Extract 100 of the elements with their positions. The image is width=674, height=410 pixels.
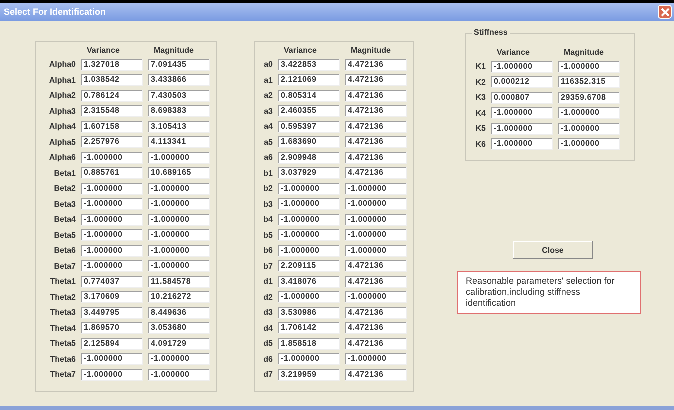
magnitude-field[interactable]: -1.000000 <box>345 182 407 195</box>
magnitude-field[interactable]: -1.000000 <box>558 60 620 73</box>
variance-field[interactable]: -1.000000 <box>278 229 340 242</box>
variance-field[interactable]: -1.000000 <box>278 291 340 304</box>
magnitude-field[interactable]: 4.472136 <box>345 136 407 148</box>
variance-field[interactable]: 3.219959 <box>278 368 340 381</box>
magnitude-field[interactable]: 3.053680 <box>148 322 210 334</box>
magnitude-field[interactable]: -1.000000 <box>148 260 210 272</box>
magnitude-field[interactable]: 10.689165 <box>148 167 210 180</box>
magnitude-field[interactable]: 4.472136 <box>345 276 407 288</box>
magnitude-field[interactable]: -1.000000 <box>345 229 407 242</box>
variance-field[interactable]: 3.449795 <box>81 306 143 319</box>
variance-field[interactable]: 1.683690 <box>278 136 340 148</box>
variance-field[interactable]: 0.595397 <box>278 120 340 133</box>
variance-field[interactable]: 1.327018 <box>81 58 143 71</box>
variance-field[interactable]: 1.858518 <box>278 338 340 350</box>
magnitude-field[interactable]: -1.000000 <box>148 198 210 210</box>
magnitude-field[interactable]: -1.000000 <box>148 152 210 164</box>
variance-field[interactable]: 3.170609 <box>81 291 143 304</box>
magnitude-field[interactable]: -1.000000 <box>345 198 407 210</box>
variance-field[interactable]: 0.786124 <box>81 90 143 102</box>
variance-field[interactable]: -1.000000 <box>81 260 143 272</box>
magnitude-field[interactable]: 4.472136 <box>345 322 407 334</box>
magnitude-field[interactable]: 8.449636 <box>148 306 210 319</box>
magnitude-field[interactable]: 4.472136 <box>345 260 407 272</box>
magnitude-field[interactable]: -1.000000 <box>148 368 210 381</box>
variance-field[interactable]: -1.000000 <box>81 152 143 164</box>
magnitude-field[interactable]: -1.000000 <box>148 214 210 226</box>
variance-field[interactable]: 0.000807 <box>491 92 553 104</box>
variance-field[interactable]: -1.000000 <box>81 229 143 242</box>
variance-field[interactable]: 1.706142 <box>278 322 340 334</box>
magnitude-field[interactable]: 4.472136 <box>345 58 407 71</box>
magnitude-field[interactable]: -1.000000 <box>148 244 210 257</box>
variance-field[interactable]: -1.000000 <box>81 198 143 210</box>
variance-field[interactable]: -1.000000 <box>278 198 340 210</box>
variance-field[interactable]: 2.909948 <box>278 152 340 164</box>
variance-field[interactable]: -1.000000 <box>491 138 553 150</box>
variance-field[interactable]: 3.530986 <box>278 306 340 319</box>
magnitude-field[interactable]: -1.000000 <box>558 138 620 150</box>
variance-field[interactable]: -1.000000 <box>491 107 553 120</box>
variance-field[interactable]: 1.038542 <box>81 74 143 86</box>
variance-field[interactable]: 0.885761 <box>81 167 143 180</box>
variance-field[interactable]: 1.607158 <box>81 120 143 133</box>
close-button[interactable]: Close <box>513 241 593 259</box>
variance-field[interactable]: 0.000212 <box>491 76 553 88</box>
magnitude-field[interactable]: 4.472136 <box>345 152 407 164</box>
magnitude-field[interactable]: 4.091729 <box>148 338 210 350</box>
magnitude-field[interactable]: 3.433866 <box>148 74 210 86</box>
variance-field[interactable]: -1.000000 <box>278 244 340 257</box>
magnitude-field[interactable]: 7.430503 <box>148 90 210 102</box>
variance-field[interactable]: 3.422853 <box>278 58 340 71</box>
magnitude-field[interactable]: -1.000000 <box>345 353 407 366</box>
magnitude-field[interactable]: 4.472136 <box>345 74 407 86</box>
magnitude-field[interactable]: 4.472136 <box>345 338 407 350</box>
variance-field[interactable]: 3.037929 <box>278 167 340 180</box>
variance-field[interactable]: -1.000000 <box>81 182 143 195</box>
magnitude-field[interactable]: 3.105413 <box>148 120 210 133</box>
group-title: Stiffness <box>472 28 510 37</box>
variance-field[interactable]: 2.315548 <box>81 105 143 118</box>
parameter-label: b1 <box>262 168 273 178</box>
magnitude-field[interactable]: -1.000000 <box>558 122 620 135</box>
magnitude-field[interactable]: 4.472136 <box>345 120 407 133</box>
magnitude-field[interactable]: 7.091435 <box>148 58 210 71</box>
magnitude-field[interactable]: 116352.315 <box>558 76 620 88</box>
variance-field[interactable]: 2.121069 <box>278 74 340 86</box>
magnitude-field[interactable]: 8.698383 <box>148 105 210 118</box>
variance-field[interactable]: -1.000000 <box>278 182 340 195</box>
magnitude-field[interactable]: -1.000000 <box>148 229 210 242</box>
magnitude-field[interactable]: -1.000000 <box>148 182 210 195</box>
variance-field[interactable]: -1.000000 <box>81 244 143 257</box>
magnitude-field[interactable]: 11.584578 <box>148 276 210 288</box>
variance-field[interactable]: 2.257976 <box>81 136 143 148</box>
magnitude-field[interactable]: 4.472136 <box>345 90 407 102</box>
magnitude-field[interactable]: -1.000000 <box>345 214 407 226</box>
magnitude-field[interactable]: 4.472136 <box>345 167 407 180</box>
variance-field[interactable]: -1.000000 <box>491 60 553 73</box>
variance-field[interactable]: -1.000000 <box>81 214 143 226</box>
magnitude-field[interactable]: -1.000000 <box>345 244 407 257</box>
variance-field[interactable]: -1.000000 <box>278 214 340 226</box>
variance-field[interactable]: -1.000000 <box>81 368 143 381</box>
magnitude-field[interactable]: 29359.6708 <box>558 92 620 104</box>
variance-field[interactable]: 1.869570 <box>81 322 143 334</box>
variance-field[interactable]: 2.460355 <box>278 105 340 118</box>
variance-field[interactable]: 3.418076 <box>278 276 340 288</box>
magnitude-field[interactable]: 4.472136 <box>345 105 407 118</box>
magnitude-field[interactable]: 4.472136 <box>345 306 407 319</box>
magnitude-field[interactable]: -1.000000 <box>558 107 620 120</box>
magnitude-field[interactable]: 4.472136 <box>345 368 407 381</box>
variance-field[interactable]: 2.125894 <box>81 338 143 350</box>
variance-field[interactable]: -1.000000 <box>278 353 340 366</box>
magnitude-field[interactable]: -1.000000 <box>148 353 210 366</box>
magnitude-field[interactable]: 4.113341 <box>148 136 210 148</box>
magnitude-field[interactable]: 10.216272 <box>148 291 210 304</box>
variance-field[interactable]: 2.209115 <box>278 260 340 272</box>
magnitude-field[interactable]: -1.000000 <box>345 291 407 304</box>
variance-field[interactable]: -1.000000 <box>491 122 553 135</box>
variance-field[interactable]: 0.774037 <box>81 276 143 288</box>
variance-field[interactable]: 0.805314 <box>278 90 340 102</box>
variance-field[interactable]: -1.000000 <box>81 353 143 366</box>
close-icon[interactable] <box>658 5 672 19</box>
